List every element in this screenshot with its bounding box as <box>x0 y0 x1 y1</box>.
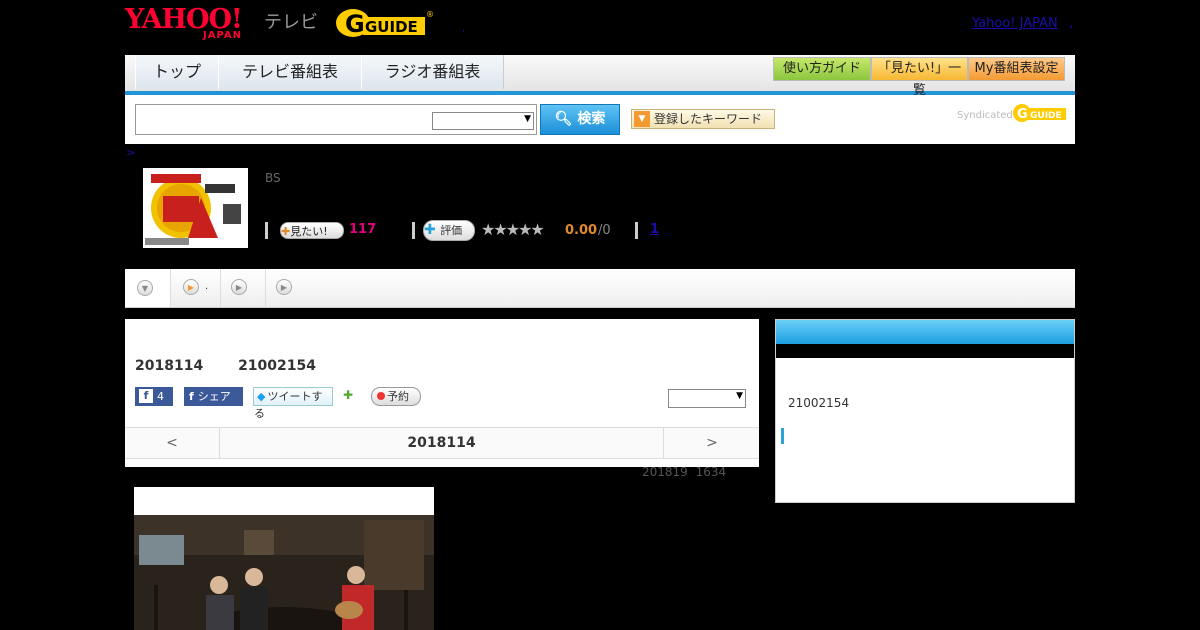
channel-label: BS <box>265 171 281 185</box>
plus-icon: ✚ <box>424 222 441 238</box>
gguide-logo[interactable]: G GUIDE ® <box>335 5 435 41</box>
tab-third[interactable]: ▶ <box>221 269 266 307</box>
chevron-down-icon: ▼ <box>736 391 743 401</box>
detail-tabs: ▼ ▶ . ▶ ▶ <box>125 269 1075 308</box>
search-button[interactable]: 🔍︎ 検索 <box>540 104 620 135</box>
search-category-select[interactable]: ▼ <box>432 112 534 130</box>
sidebar-subheader <box>776 344 1074 358</box>
play-icon: ▶ <box>276 279 292 295</box>
divider <box>635 222 638 239</box>
tweet-button[interactable]: ◆ ツイートする <box>253 387 333 420</box>
svg-text:GUIDE: GUIDE <box>365 18 418 36</box>
svg-text:G: G <box>1017 107 1028 122</box>
nav-tab-tv-schedule[interactable]: テレビ番組表 <box>218 55 362 89</box>
play-icon: ▶ <box>183 279 199 295</box>
global-nav: トップ テレビ番組表 ラジオ番組表 使い方ガイド 「見たい!」一覧 My番組表設… <box>125 55 1075 98</box>
facebook-share-button[interactable]: f シェア <box>184 387 243 406</box>
registered-keyword-button[interactable]: ▼ 登録したキーワード <box>631 109 775 129</box>
nav-tab-top[interactable]: トップ <box>135 55 219 89</box>
facebook-like-button[interactable]: f4 <box>135 387 173 406</box>
svg-text:GUIDE: GUIDE <box>1030 111 1062 121</box>
chevron-down-icon: ▼ <box>524 114 531 124</box>
usage-guide-button[interactable]: 使い方ガイド <box>773 57 871 81</box>
search-icon: 🔍︎ <box>554 111 573 127</box>
reserve-button[interactable]: 予約 <box>371 387 421 406</box>
tab-fourth[interactable]: ▶ <box>266 269 306 307</box>
divider <box>412 222 415 239</box>
tab-second[interactable]: ▶ . <box>171 269 221 307</box>
svg-text:®: ® <box>426 10 434 19</box>
registered-keyword-label: 登録したキーワード <box>654 112 763 126</box>
rate-button[interactable]: ✚ 評価 <box>423 220 475 241</box>
rating-count: /0 <box>598 223 611 238</box>
program-detail-panel: 2018114 21002154 f4 f シェア ◆ ツイートする ✚ 予約 ▼ … <box>125 319 759 467</box>
review-link[interactable]: 1 <box>650 222 659 237</box>
sidebar-time: 21002154 <box>788 396 850 410</box>
header-dot: , <box>462 23 466 34</box>
rating-value: 0.00 <box>565 223 598 238</box>
twitter-bird-icon: ◆ <box>257 390 266 403</box>
mitai-list-button[interactable]: 「見たい!」一覧 <box>871 57 968 98</box>
next-date-button[interactable]: > <box>663 428 760 458</box>
mitai-button[interactable]: ✚見たい! <box>280 222 344 239</box>
rating-stars: ★★★★★ <box>481 220 545 239</box>
panel-select[interactable]: ▼ <box>668 389 746 408</box>
yahoo-japan-link[interactable]: Yahoo! JAPAN <box>972 16 1058 31</box>
chevron-down-icon: ▼ <box>137 280 153 296</box>
svg-text:G: G <box>345 10 365 38</box>
sidebar-panel: 21002154 <box>775 319 1075 503</box>
yahoo-japan-logo[interactable]: YAHOO! JAPAN <box>125 6 260 42</box>
facebook-share-label: シェア <box>197 390 231 403</box>
gguide-logo-icon: G GUIDE ® <box>336 9 434 38</box>
prev-date-button[interactable]: < <box>125 428 220 458</box>
syndicated-label: Syndicated <box>957 110 1013 121</box>
dropdown-arrow-icon: ▼ <box>634 111 650 127</box>
tab-second-text: . <box>205 281 209 292</box>
breadcrumb[interactable]: > <box>126 146 135 159</box>
program-logo-icon <box>143 168 248 248</box>
last-updated: 201819 1634 <box>642 465 727 479</box>
program-thumbnail <box>143 168 248 248</box>
facebook-icon: f <box>139 389 153 403</box>
plus-icon: ✚ <box>281 225 291 238</box>
facebook-like-count: 4 <box>157 390 164 403</box>
gguide-small-logo-icon: G GUIDE <box>1013 104 1066 122</box>
add-to-list-icon[interactable]: ✚ <box>343 388 359 404</box>
divider <box>265 222 268 239</box>
current-date: 2018114 <box>407 435 476 451</box>
nav-tab-radio-schedule[interactable]: ラジオ番組表 <box>361 55 504 89</box>
broadcast-datetime: 2018114 21002154 <box>135 358 316 374</box>
program-photo <box>134 515 434 630</box>
tv-logo-label[interactable]: テレビ <box>264 8 318 34</box>
facebook-icon: f <box>189 390 194 403</box>
reserve-label: 予約 <box>387 390 409 403</box>
program-photo-box <box>134 487 434 630</box>
record-icon <box>377 392 385 400</box>
search-bar: ▼ 🔍︎ 検索 ▼ 登録したキーワード Syndicated G GUIDE <box>125 95 1075 144</box>
header-dot-right: , <box>1069 16 1074 31</box>
rate-label: 評価 <box>440 224 463 237</box>
yahoo-logo-sub: JAPAN <box>203 30 242 41</box>
play-icon: ▶ <box>231 279 247 295</box>
mitai-label: 見たい! <box>290 225 328 238</box>
search-button-label: 検索 <box>577 111 606 127</box>
my-schedule-settings-button[interactable]: My番組表設定 <box>968 57 1065 81</box>
tab-current[interactable]: ▼ <box>125 269 171 307</box>
mitai-count: 117 <box>349 222 377 237</box>
sidebar-accent-bar <box>781 428 784 444</box>
sidebar-header <box>776 320 1074 344</box>
date-navigation: < 2018114 > <box>125 427 759 459</box>
